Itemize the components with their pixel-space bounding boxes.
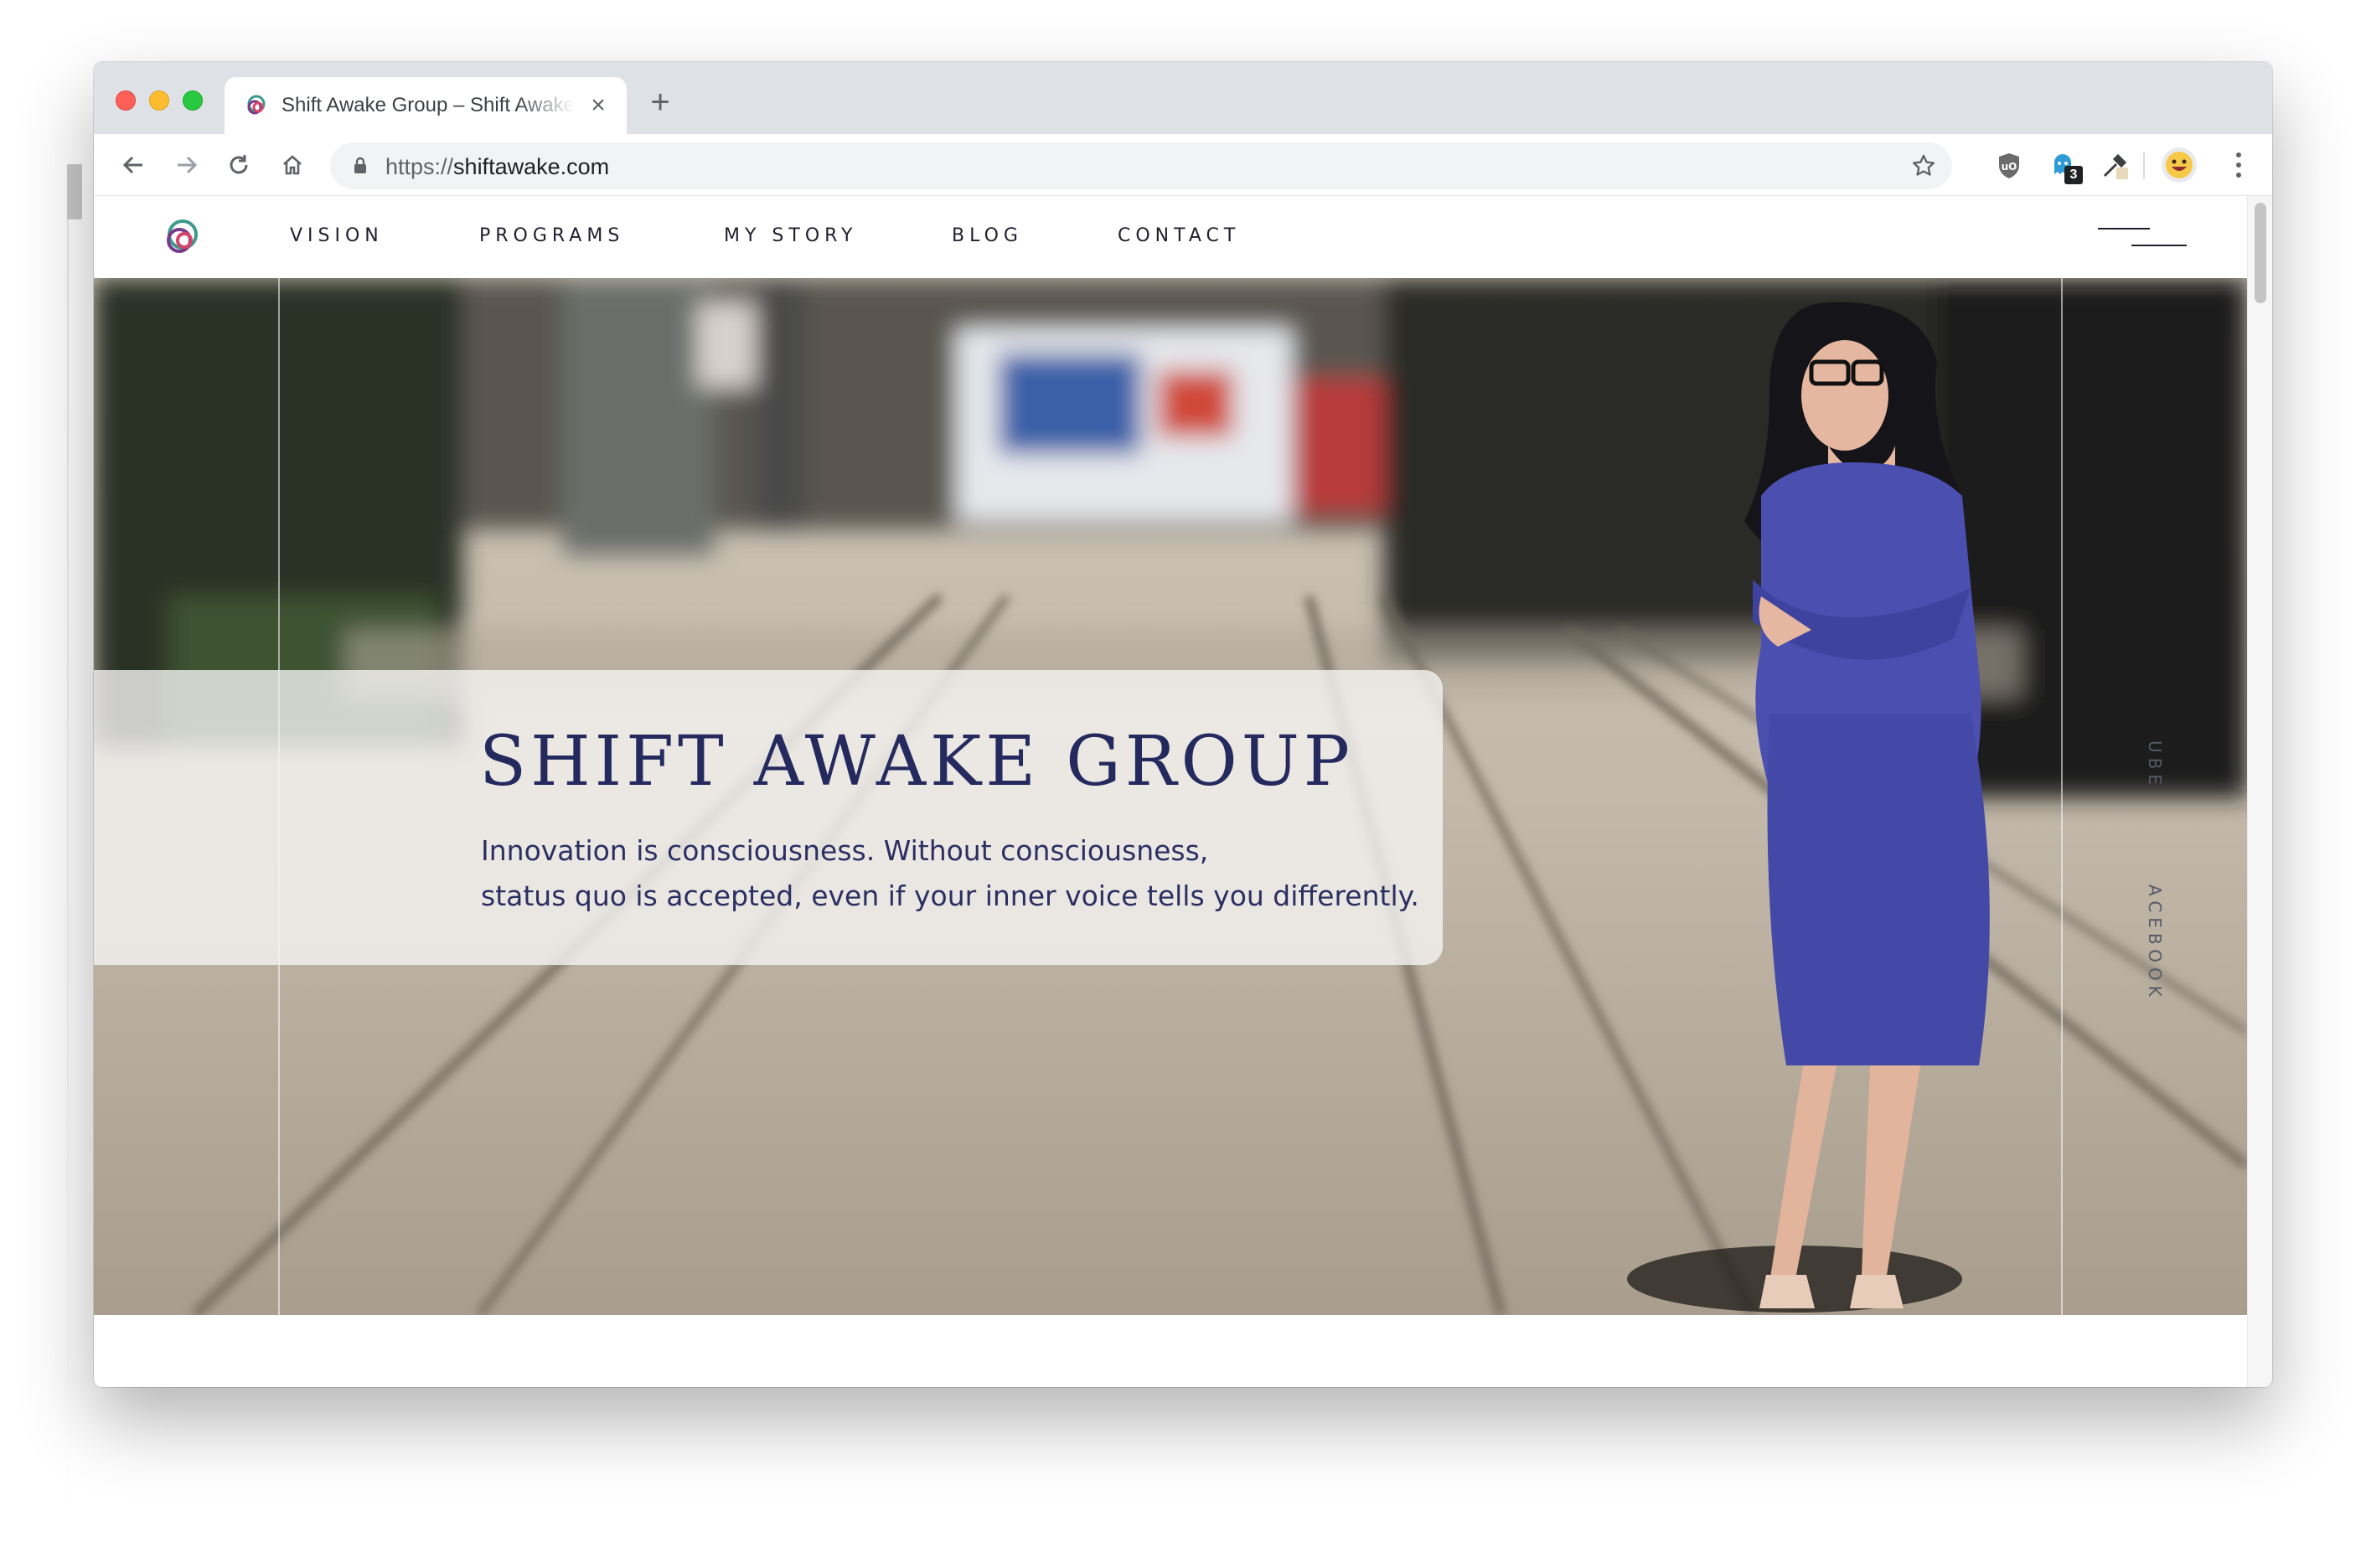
url-host: shiftawake.com: [453, 154, 610, 179]
minimize-window-button[interactable]: [149, 90, 169, 111]
reload-icon: [230, 155, 248, 174]
nav-my-story[interactable]: MY STORY: [724, 225, 857, 246]
scrollbar-thumb[interactable]: [2255, 203, 2266, 303]
lock-icon: [354, 157, 366, 173]
browser-tab-active[interactable]: Shift Awake Group – Shift Awake ×: [225, 77, 627, 134]
page-below-hero: [94, 1315, 2247, 1387]
browser-window: Shift Awake Group – Shift Awake × + http…: [94, 62, 2272, 1387]
browser-menu-button[interactable]: [2229, 147, 2249, 183]
svg-text:uO: uO: [2002, 161, 2017, 173]
nav-blog[interactable]: BLOG: [952, 225, 1023, 246]
hero-tagline-line-1: Innovation is consciousness. Without con…: [481, 834, 1209, 867]
hamburger-menu-icon[interactable]: [2098, 228, 2187, 248]
back-arrow-icon: [122, 156, 142, 174]
address-bar[interactable]: https://shiftawake.com: [330, 142, 1952, 189]
hero-title: SHIFT AWAKE GROUP: [479, 722, 1354, 802]
profile-avatar[interactable]: [2162, 147, 2197, 183]
nav-programs[interactable]: PROGRAMS: [479, 225, 624, 246]
back-button[interactable]: [116, 147, 151, 183]
layout-guide-right: [2061, 278, 2063, 1387]
ghostery-extension-icon[interactable]: 3: [2046, 149, 2083, 184]
tab-strip: Shift Awake Group – Shift Awake × +: [94, 62, 2272, 134]
page-scrollbar[interactable]: [2247, 196, 2272, 1387]
page-viewport: VISION PROGRAMS MY STORY BLOG CONTACT SH…: [94, 196, 2272, 1387]
emoji-avatar-icon: [2166, 152, 2193, 178]
url-scheme: https://: [385, 154, 454, 179]
fullscreen-window-button[interactable]: [183, 90, 203, 111]
background-window-shadow: [67, 219, 69, 1526]
hero-tagline-line-2: status quo is accepted, even if your inn…: [481, 879, 1419, 912]
social-link-youtube[interactable]: UBE: [2145, 740, 2165, 790]
home-button[interactable]: [275, 147, 310, 183]
social-link-facebook[interactable]: ACEBOOK: [2145, 885, 2165, 1002]
browser-toolbar: https://shiftawake.com uO 3: [94, 134, 2272, 196]
site-header: VISION PROGRAMS MY STORY BLOG CONTACT: [94, 196, 2247, 278]
forward-button[interactable]: [169, 147, 204, 183]
hero-text-card: SHIFT AWAKE GROUP Innovation is consciou…: [94, 670, 1443, 965]
site-logo-icon[interactable]: [161, 216, 203, 258]
ublock-extension-icon[interactable]: uO: [1992, 149, 2026, 183]
tab-title: Shift Awake Group – Shift Awake: [282, 94, 575, 116]
home-icon: [283, 155, 302, 175]
url-text: https://shiftawake.com: [385, 154, 609, 180]
forward-arrow-icon: [178, 156, 198, 174]
background-window-edge: [67, 164, 82, 219]
close-window-button[interactable]: [116, 90, 136, 111]
reload-button[interactable]: [221, 147, 256, 183]
bookmark-star-icon[interactable]: [1910, 152, 1937, 179]
extension-badge: 3: [2064, 166, 2083, 184]
new-tab-button[interactable]: +: [643, 85, 677, 119]
nav-contact[interactable]: CONTACT: [1118, 225, 1240, 246]
site-favicon-icon: [247, 95, 266, 115]
toolbar-separator: [2143, 152, 2145, 179]
nav-vision[interactable]: VISION: [290, 225, 384, 246]
tab-close-icon[interactable]: ×: [583, 90, 613, 121]
eyedropper-extension-icon[interactable]: [2098, 149, 2131, 183]
